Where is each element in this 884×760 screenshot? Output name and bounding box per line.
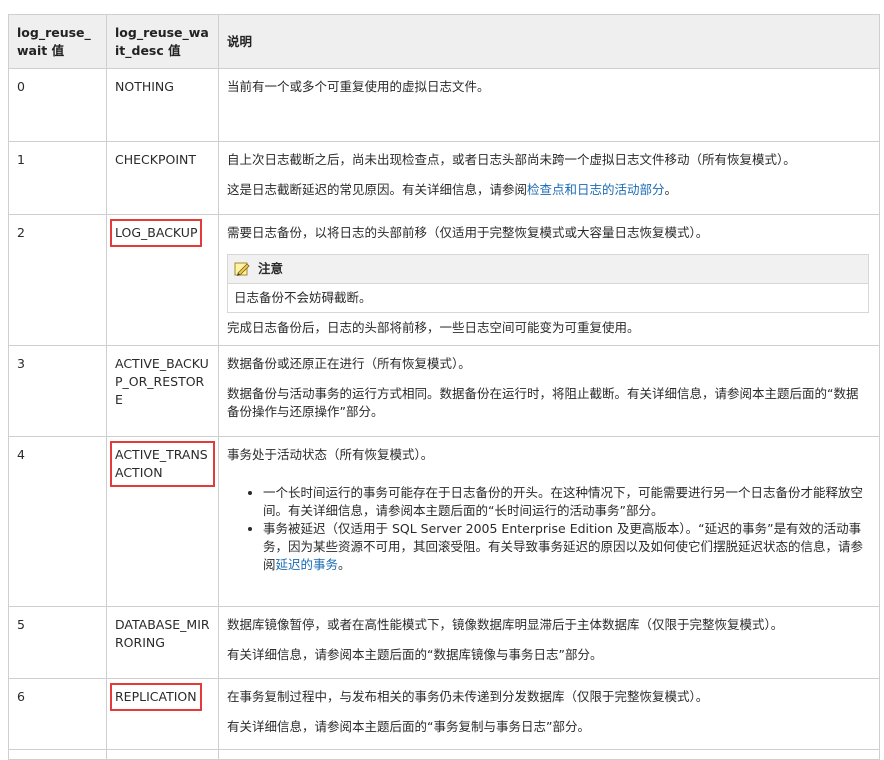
- table-row-cutoff: [8, 749, 880, 760]
- row-explain-p1: 数据库镜像暂停，或者在高性能模式下，镜像数据库明显滞后于主体数据库（仅限于完整恢…: [227, 617, 784, 632]
- row-explain-p2: 这是日志截断延迟的常见原因。有关详细信息，请参阅检查点和日志的活动部分。: [227, 181, 869, 199]
- table-row: 6 REPLICATION 在事务复制过程中，与发布相关的事务仍未传递到分发数据…: [8, 678, 880, 750]
- table-row: 4 ACTIVE_TRANSACTION 事务处于活动状态（所有恢复模式）。 一…: [8, 436, 880, 607]
- table-row: 2 LOG_BACKUP 需要日志备份，以将日志的头部前移（仅适用于完整恢复模式…: [8, 214, 880, 346]
- row-value: 5: [8, 606, 107, 679]
- row-explain-p1: 当前有一个或多个可重复使用的虚拟日志文件。: [227, 79, 490, 94]
- row-explain-p2: 有关详细信息，请参阅本主题后面的“事务复制与事务日志”部分。: [227, 719, 590, 734]
- row-value: 0: [8, 68, 107, 142]
- list-item-tail: 。: [338, 557, 351, 572]
- row-desc-highlighted: ACTIVE_TRANSACTION: [110, 441, 215, 487]
- row-value: 4: [8, 436, 107, 607]
- table-row: 5 DATABASE_MIRRORING 数据库镜像暂停，或者在高性能模式下，镜…: [8, 606, 880, 679]
- row-explain-p2: 数据备份与活动事务的运行方式相同。数据备份在运行时，将阻止截断。有关详细信息，请…: [227, 386, 859, 419]
- row-explain: 数据库镜像暂停，或者在高性能模式下，镜像数据库明显滞后于主体数据库（仅限于完整恢…: [218, 606, 880, 679]
- row-desc-highlighted: REPLICATION: [110, 683, 202, 711]
- row-desc: DATABASE_MIRRORING: [106, 606, 219, 679]
- header-desc: log_reuse_wait_desc 值: [106, 14, 219, 69]
- note-box: 注意 日志备份不会妨碍截断。: [227, 254, 869, 313]
- row-explain: 当前有一个或多个可重复使用的虚拟日志文件。: [218, 68, 880, 142]
- deferred-transactions-link[interactable]: 延迟的事务: [276, 557, 339, 572]
- row-cutoff-cell: [8, 749, 107, 760]
- row-desc-highlighted: LOG_BACKUP: [109, 219, 203, 247]
- row-explain-p1: 自上次日志截断之后，尚未出现检查点，或者日志头部尚未跨一个虚拟日志文件移动（所有…: [227, 152, 796, 167]
- row-desc: CHECKPOINT: [106, 141, 219, 215]
- note-header: 注意: [228, 255, 868, 284]
- row-explain-p2-text: 这是日志截断延迟的常见原因。有关详细信息，请参阅: [227, 182, 528, 197]
- row-desc: ACTIVE_BACKUP_OR_RESTORE: [106, 345, 219, 437]
- list-item: 事务被延迟（仅适用于 SQL Server 2005 Enterprise Ed…: [263, 520, 869, 574]
- bullet-list: 一个长时间运行的事务可能存在于日志备份的开头。在这种情况下，可能需要进行另一个日…: [227, 484, 869, 574]
- header-explain: 说明: [218, 14, 880, 69]
- row-explain: 自上次日志截断之后，尚未出现检查点，或者日志头部尚未跨一个虚拟日志文件移动（所有…: [218, 141, 880, 215]
- row-explain: 需要日志备份，以将日志的头部前移（仅适用于完整恢复模式或大容量日志恢复模式）。 …: [218, 214, 880, 346]
- row-explain-p1: 在事务复制过程中，与发布相关的事务仍未传递到分发数据库（仅限于完整恢复模式）。: [227, 689, 709, 704]
- row-explain-p2: 有关详细信息，请参阅本主题后面的“数据库镜像与事务日志”部分。: [227, 647, 603, 662]
- list-item-text: 事务被延迟（仅适用于 SQL Server 2005 Enterprise Ed…: [263, 521, 864, 572]
- table-header-row: log_reuse_wait 值 log_reuse_wait_desc 值 说…: [8, 14, 880, 69]
- row-desc-cell: LOG_BACKUP: [106, 214, 219, 346]
- note-pencil-icon: [234, 261, 250, 277]
- table-row: 3 ACTIVE_BACKUP_OR_RESTORE 数据备份或还原正在进行（所…: [8, 345, 880, 437]
- checkpoint-link[interactable]: 检查点和日志的活动部分: [527, 182, 665, 197]
- row-explain-p2: 完成日志备份后，日志的头部将前移，一些日志空间可能变为可重复使用。: [227, 320, 640, 335]
- row-value: 2: [8, 214, 107, 346]
- log-reuse-wait-table: log_reuse_wait 值 log_reuse_wait_desc 值 说…: [8, 14, 880, 760]
- row-value: 6: [8, 678, 107, 750]
- row-desc-cell: REPLICATION: [106, 678, 219, 750]
- row-value: 1: [8, 141, 107, 215]
- row-explain-p2-tail: 。: [664, 182, 678, 197]
- list-item: 一个长时间运行的事务可能存在于日志备份的开头。在这种情况下，可能需要进行另一个日…: [263, 484, 869, 520]
- row-value: 3: [8, 345, 107, 437]
- row-explain-p1: 数据备份或还原正在进行（所有恢复模式）。: [227, 356, 471, 371]
- note-title: 注意: [258, 261, 284, 276]
- row-explain-p1: 事务处于活动状态（所有恢复模式）。: [227, 447, 434, 462]
- table-row: 1 CHECKPOINT 自上次日志截断之后，尚未出现检查点，或者日志头部尚未跨…: [8, 141, 880, 215]
- log-reuse-wait-table-container: log_reuse_wait 值 log_reuse_wait_desc 值 说…: [8, 14, 880, 760]
- row-desc-cell: ACTIVE_TRANSACTION: [106, 436, 219, 607]
- row-explain: 数据备份或还原正在进行（所有恢复模式）。 数据备份与活动事务的运行方式相同。数据…: [218, 345, 880, 437]
- row-cutoff-cell: [218, 749, 880, 760]
- table-row: 0 NOTHING 当前有一个或多个可重复使用的虚拟日志文件。: [8, 68, 880, 142]
- note-body: 日志备份不会妨碍截断。: [234, 290, 372, 305]
- row-explain: 在事务复制过程中，与发布相关的事务仍未传递到分发数据库（仅限于完整恢复模式）。 …: [218, 678, 880, 750]
- row-desc: NOTHING: [106, 68, 219, 142]
- row-explain: 事务处于活动状态（所有恢复模式）。 一个长时间运行的事务可能存在于日志备份的开头…: [218, 436, 880, 607]
- header-value: log_reuse_wait 值: [8, 14, 107, 69]
- row-explain-p1: 需要日志备份，以将日志的头部前移（仅适用于完整恢复模式或大容量日志恢复模式）。: [227, 225, 709, 240]
- row-cutoff-cell: [106, 749, 219, 760]
